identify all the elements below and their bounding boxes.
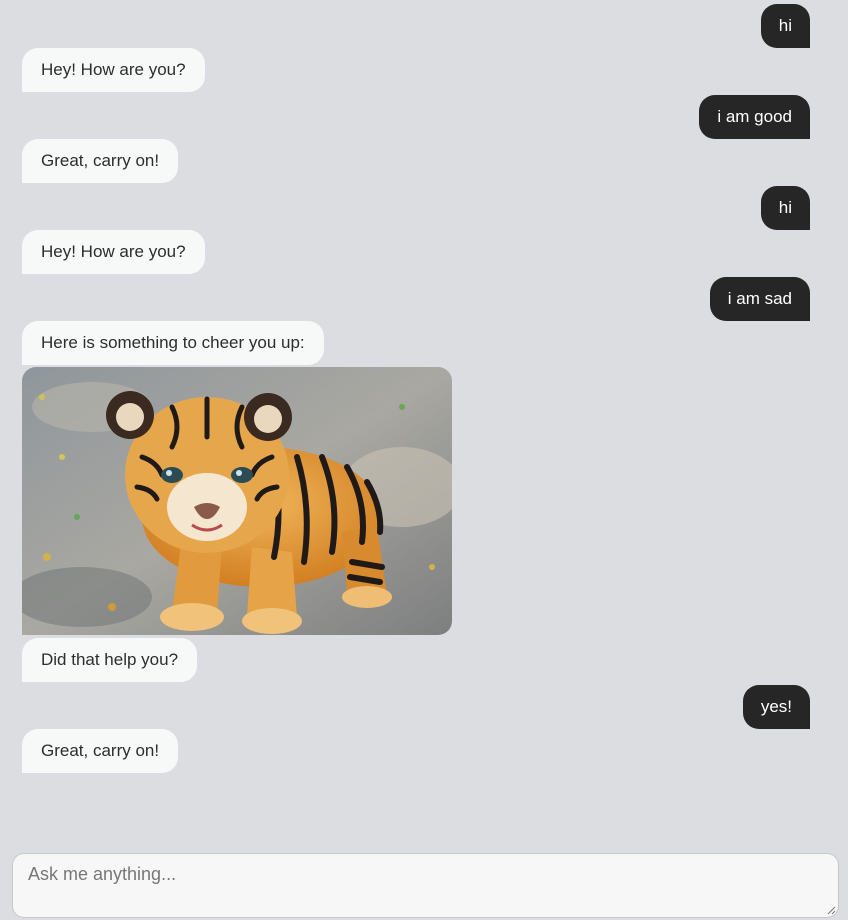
bot-message: Hey! How are you? [22, 48, 205, 92]
bot-message: Hey! How are you? [22, 230, 205, 274]
bot-message: Did that help you? [22, 638, 198, 682]
user-message: i am sad [709, 277, 810, 321]
bot-message: Great, carry on! [22, 139, 179, 183]
bot-message: Here is something to cheer you up: [22, 321, 324, 365]
bot-message: Great, carry on! [22, 729, 179, 773]
tiger-cub-illustration [22, 367, 452, 635]
message-input[interactable] [13, 854, 838, 917]
message-input-box[interactable] [12, 853, 839, 918]
resize-handle-icon[interactable] [826, 905, 836, 915]
user-message: yes! [742, 685, 810, 729]
tiger-cub-image[interactable] [22, 367, 452, 635]
user-message: hi [760, 4, 810, 48]
chat-history[interactable]: hi Hey! How are you? i am good Great, ca… [0, 0, 848, 840]
user-message: hi [760, 186, 810, 230]
user-message: i am good [699, 95, 810, 139]
